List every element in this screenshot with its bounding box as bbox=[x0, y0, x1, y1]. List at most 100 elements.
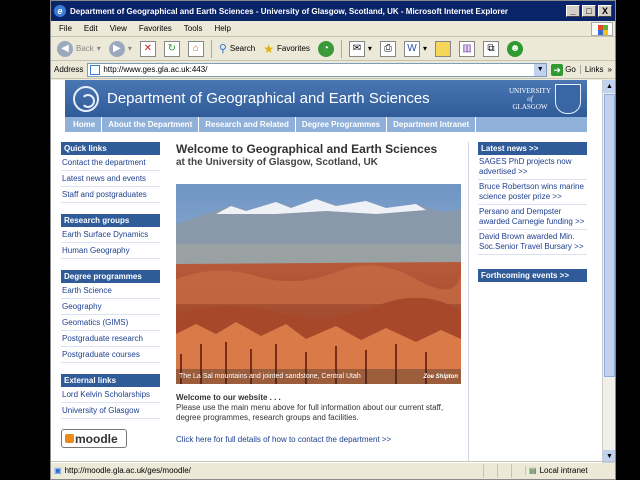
menu-edit[interactable]: Edit bbox=[78, 24, 104, 33]
page-loading-icon: ▣ bbox=[54, 466, 62, 475]
main-nav: Home About the Department Research and R… bbox=[65, 117, 587, 132]
zone-label: Local intranet bbox=[539, 466, 588, 475]
menu-view[interactable]: View bbox=[104, 24, 133, 33]
sidebar-heading: Research groups bbox=[61, 214, 160, 227]
news-item[interactable]: Bruce Robertson wins marine science post… bbox=[478, 180, 587, 205]
sidebar-heading: Degree programmes bbox=[61, 270, 160, 283]
university-line: of bbox=[527, 94, 533, 103]
sidebar-heading: Quick links bbox=[61, 142, 160, 155]
sidebar-link[interactable]: Latest news and events bbox=[61, 171, 160, 187]
status-segment bbox=[497, 463, 511, 478]
news-item[interactable]: SAGES PhD projects now advertised >> bbox=[478, 155, 587, 180]
window-icon: ⧉ bbox=[482, 40, 499, 57]
history-button[interactable]: ◔ bbox=[315, 39, 337, 59]
search-button[interactable]: ⚲ Search bbox=[216, 39, 258, 59]
nav-intranet[interactable]: Department Intranet bbox=[387, 117, 477, 132]
forward-button[interactable]: ▶ ▾ bbox=[106, 39, 135, 59]
extra-button[interactable]: ☻ bbox=[504, 39, 526, 59]
mail-button[interactable]: ✉ ▾ bbox=[346, 39, 375, 59]
menu-file[interactable]: File bbox=[53, 24, 78, 33]
sidebar-link[interactable]: Postgraduate research bbox=[61, 331, 160, 347]
status-url: http://moodle.gla.ac.uk/ges/moodle/ bbox=[64, 466, 191, 475]
menu-help[interactable]: Help bbox=[208, 24, 236, 33]
home-icon: ⌂ bbox=[187, 40, 204, 57]
vertical-scrollbar[interactable]: ▲ ▼ bbox=[602, 80, 615, 463]
folder-icon bbox=[434, 40, 451, 57]
address-url: http://www.ges.gla.ac.uk:443/ bbox=[103, 65, 208, 74]
moodle-label: moodle bbox=[75, 431, 118, 446]
menu-tools[interactable]: Tools bbox=[178, 24, 209, 33]
home-button[interactable]: ⌂ bbox=[185, 39, 207, 59]
links-label[interactable]: Links bbox=[579, 65, 604, 74]
page-viewport: Department of Geographical and Earth Sci… bbox=[51, 80, 603, 463]
university-line: UNIVERSITY bbox=[509, 86, 551, 95]
sidebar-link[interactable]: Geography bbox=[61, 299, 160, 315]
favorites-button[interactable]: ★ Favorites bbox=[260, 39, 313, 59]
maximize-button[interactable]: □ bbox=[582, 5, 596, 17]
sidebar-heading: External links bbox=[61, 374, 160, 387]
right-sidebar: Latest news >> SAGES PhD projects now ad… bbox=[478, 142, 587, 282]
stop-icon: ✕ bbox=[139, 40, 156, 57]
edit-button[interactable]: W ▾ bbox=[401, 39, 430, 59]
go-button[interactable]: ➜ Go bbox=[551, 63, 576, 76]
column-divider bbox=[468, 142, 469, 462]
sidebar-link[interactable]: Geomatics (GIMS) bbox=[61, 315, 160, 331]
sidebar-link[interactable]: Postgraduate courses bbox=[61, 347, 160, 363]
menu-favorites[interactable]: Favorites bbox=[133, 24, 178, 33]
discuss-button[interactable] bbox=[432, 39, 454, 59]
messenger-button[interactable]: ⧉ bbox=[480, 39, 502, 59]
research-button[interactable]: ▥ bbox=[456, 39, 478, 59]
sidebar-link[interactable]: University of Glasgow bbox=[61, 403, 160, 419]
main-content: Welcome to Geographical and Earth Scienc… bbox=[176, 142, 461, 444]
back-button[interactable]: ◀ Back ▾ bbox=[54, 39, 104, 59]
status-segment bbox=[511, 463, 525, 478]
scroll-thumb[interactable] bbox=[604, 94, 615, 377]
status-bar: ▣ http://moodle.gla.ac.uk/ges/moodle/ ▤ … bbox=[51, 461, 615, 479]
sidebar-link[interactable]: Earth Science bbox=[61, 283, 160, 299]
windows-flag-icon bbox=[591, 22, 613, 36]
department-title: Department of Geographical and Earth Sci… bbox=[107, 90, 430, 107]
status-url-area: ▣ http://moodle.gla.ac.uk/ges/moodle/ bbox=[51, 466, 483, 475]
landscape-photo: The La Sal mountains and jointed sandsto… bbox=[176, 184, 461, 384]
stop-button[interactable]: ✕ bbox=[137, 39, 159, 59]
nav-about[interactable]: About the Department bbox=[102, 117, 200, 132]
news-item[interactable]: Persano and Dempster awarded Carnegie fu… bbox=[478, 205, 587, 230]
moodle-button[interactable]: moodle bbox=[61, 429, 127, 448]
back-arrow-icon: ◀ bbox=[57, 40, 73, 57]
refresh-icon: ↻ bbox=[163, 40, 180, 57]
university-name[interactable]: UNIVERSITY of GLASGOW bbox=[509, 87, 551, 111]
sidebar-link[interactable]: Human Geography bbox=[61, 243, 160, 259]
nav-degrees[interactable]: Degree Programmes bbox=[296, 117, 388, 132]
favorites-label: Favorites bbox=[277, 44, 310, 53]
print-button[interactable]: ⎙ bbox=[377, 39, 399, 59]
forthcoming-events-heading[interactable]: Forthcoming events >> bbox=[478, 269, 587, 282]
ie-icon: e bbox=[54, 5, 66, 17]
refresh-button[interactable]: ↻ bbox=[161, 39, 183, 59]
contact-link[interactable]: Click here for full details of how to co… bbox=[176, 435, 461, 444]
links-chevron-icon[interactable]: » bbox=[608, 65, 612, 74]
scroll-up-icon[interactable]: ▲ bbox=[603, 80, 615, 93]
window-title: Department of Geographical and Earth Sci… bbox=[70, 6, 509, 16]
mail-icon: ✉ bbox=[348, 40, 365, 57]
forward-arrow-icon: ▶ bbox=[108, 40, 125, 57]
sidebar-link[interactable]: Contact the department bbox=[61, 155, 160, 171]
news-item[interactable]: David Brown awarded Min. Soc.Senior Trav… bbox=[478, 230, 587, 255]
sidebar-link[interactable]: Lord Kelvin Scholarships bbox=[61, 387, 160, 403]
nav-home[interactable]: Home bbox=[67, 117, 103, 132]
latest-news-heading[interactable]: Latest news >> bbox=[478, 142, 587, 155]
address-input[interactable]: http://www.ges.gla.ac.uk:443/ ▼ bbox=[87, 62, 548, 77]
department-logo-icon bbox=[73, 85, 99, 112]
welcome-text: Please use the main menu above for full … bbox=[176, 403, 444, 422]
title-bar: e Department of Geographical and Earth S… bbox=[51, 1, 615, 21]
sidebar-link[interactable]: Staff and postgraduates bbox=[61, 187, 160, 203]
sidebar-link[interactable]: Earth Surface Dynamics bbox=[61, 227, 160, 243]
search-icon: ⚲ bbox=[218, 43, 227, 55]
university-crest-icon[interactable] bbox=[555, 83, 581, 114]
close-button[interactable]: X bbox=[598, 5, 612, 17]
minimize-button[interactable]: _ bbox=[566, 5, 580, 17]
chevron-down-icon[interactable]: ▼ bbox=[534, 63, 547, 76]
messenger-icon: ☻ bbox=[506, 40, 523, 57]
word-icon: W bbox=[403, 40, 420, 57]
browser-window: e Department of Geographical and Earth S… bbox=[50, 0, 616, 480]
nav-research[interactable]: Research and Related bbox=[199, 117, 296, 132]
